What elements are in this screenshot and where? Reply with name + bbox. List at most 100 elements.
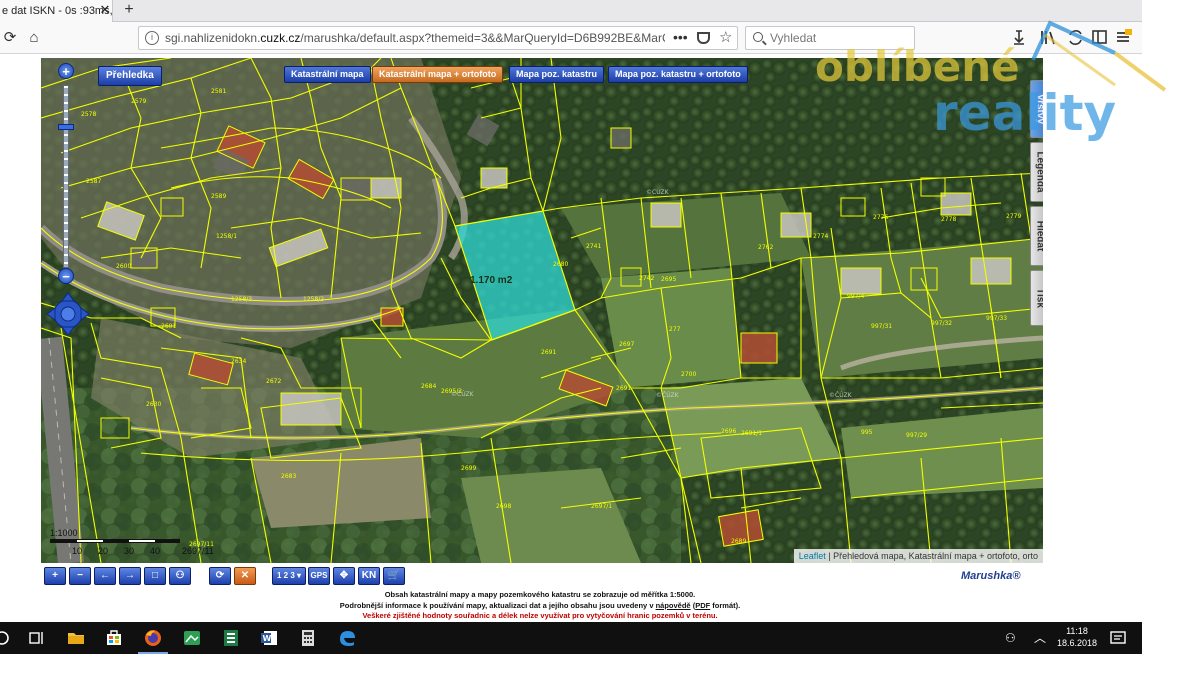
search-input[interactable]: Vyhledat: [770, 27, 816, 49]
toolbar-locate-button[interactable]: ✥: [333, 567, 355, 585]
cortana-search-icon[interactable]: [0, 628, 14, 648]
info-line-1: Obsah katastrální mapy a mapy pozemkovéh…: [384, 590, 696, 599]
zoom-in-button[interactable]: +: [58, 63, 74, 79]
active-app-indicator: [138, 652, 168, 654]
svg-text:2600: 2600: [116, 263, 131, 270]
svg-text:997/4: 997/4: [847, 293, 864, 300]
svg-text:1258/3: 1258/3: [231, 296, 252, 303]
svg-text:2776: 2776: [873, 214, 888, 221]
svg-text:2742: 2742: [639, 275, 654, 282]
url-bar[interactable]: i sgi.nahlizenidokn.cuzk.cz/marushka/def…: [138, 26, 738, 50]
close-tab-icon[interactable]: ✕: [98, 0, 112, 22]
search-bar[interactable]: Vyhledat: [745, 26, 915, 50]
side-tab-layers[interactable]: Vrstvy: [1030, 80, 1043, 138]
leaflet-link[interactable]: Leaflet: [799, 551, 826, 561]
cadastral-map[interactable]: 2578 2579 2581 2587 2589 1258/1 1258/2 1258/3…: [41, 58, 1043, 563]
svg-text:2689: 2689: [731, 538, 746, 545]
word-icon[interactable]: W: [259, 628, 279, 648]
toolbar-info-button[interactable]: ⚇: [169, 567, 191, 585]
toolbar-back-button[interactable]: ←: [94, 567, 116, 585]
sidebar-icon[interactable]: [1092, 30, 1107, 44]
layer-tab-cadastral[interactable]: Katastrální mapa: [284, 66, 371, 83]
zoom-slider-handle[interactable]: [58, 124, 74, 130]
svg-text:2672: 2672: [266, 378, 281, 385]
svg-text:2696: 2696: [721, 428, 736, 435]
browser-tab-title: e dat ISKN - 0s :93ms,: [2, 5, 113, 17]
svg-text:2579: 2579: [131, 98, 146, 105]
library-icon[interactable]: [1041, 31, 1055, 45]
pan-control-icon[interactable]: [45, 291, 91, 337]
map-toolbar: + − ← → □ ⚇ ⟳ ✕ 1 2 3 ▾ GPS ✥ KN 🛒 Marus…: [41, 566, 1043, 588]
side-tab-legend[interactable]: Legenda: [1030, 142, 1043, 202]
toolbar-clear-button[interactable]: ✕: [234, 567, 256, 585]
toolbar-kn-button[interactable]: KN: [358, 567, 380, 585]
page-actions-icon[interactable]: •••: [673, 27, 688, 47]
toolbar-forward-button[interactable]: →: [119, 567, 141, 585]
new-tab-button[interactable]: +: [119, 0, 139, 22]
svg-text:2697: 2697: [619, 341, 634, 348]
calculator-icon[interactable]: [298, 628, 318, 648]
pocket-icon[interactable]: [697, 32, 710, 44]
layer-tab-land-cadastre-ortofoto[interactable]: Mapa poz. katastru + ortofoto: [608, 66, 748, 83]
map-scale: 1:1000 10 20 30 40 2697/11: [50, 528, 220, 560]
sync-icon[interactable]: [1069, 30, 1082, 45]
svg-text:©ČÚZK: ©ČÚZK: [451, 391, 475, 398]
windows-taskbar: W ⚇ ︿ 11:18 18.6.2018: [0, 622, 1142, 654]
svg-text:1258/1: 1258/1: [216, 233, 237, 240]
layer-tab-cadastral-ortofoto[interactable]: Katastrální mapa + ortofoto: [372, 66, 504, 83]
people-icon[interactable]: ⚇: [1005, 622, 1016, 654]
svg-text:©ČÚZK: ©ČÚZK: [656, 392, 680, 399]
toolbar-measure-button[interactable]: 1 2 3 ▾: [272, 567, 306, 585]
svg-text:997/32: 997/32: [931, 320, 952, 327]
scale-label: 40: [150, 546, 161, 556]
system-clock[interactable]: 11:18 18.6.2018: [1052, 625, 1102, 649]
photo-app-icon[interactable]: [182, 628, 202, 648]
menu-icon[interactable]: [1117, 29, 1132, 42]
pdf-link[interactable]: PDF: [695, 601, 710, 610]
svg-text:997/33: 997/33: [986, 315, 1007, 322]
svg-text:2634: 2634: [231, 358, 246, 365]
file-explorer-icon[interactable]: [66, 628, 86, 648]
task-view-icon[interactable]: [26, 628, 46, 648]
zoom-out-button[interactable]: −: [58, 268, 74, 284]
svg-text:2774: 2774: [813, 233, 828, 240]
svg-text:2741: 2741: [586, 243, 601, 250]
layer-tab-land-cadastre[interactable]: Mapa poz. katastru: [509, 66, 605, 83]
toolbar-zoom-box-button[interactable]: □: [144, 567, 166, 585]
zoom-slider-track[interactable]: [63, 85, 69, 268]
downloads-icon[interactable]: [1014, 30, 1024, 45]
svg-text:2695: 2695: [661, 276, 676, 283]
toolbar-zoom-in-button[interactable]: +: [44, 567, 66, 585]
action-center-icon[interactable]: [1108, 628, 1128, 648]
info-text: Obsah katastrální mapy a mapy pozemkovéh…: [260, 590, 820, 622]
search-icon: [753, 32, 763, 42]
svg-text:997/31: 997/31: [871, 323, 892, 330]
info-icon[interactable]: i: [145, 31, 159, 45]
reload-icon[interactable]: ⟳: [0, 28, 20, 48]
browser-tab-strip: e dat ISKN - 0s :93ms, ✕ +: [0, 0, 1142, 22]
firefox-icon[interactable]: [143, 628, 163, 648]
svg-text:2683: 2683: [281, 473, 296, 480]
svg-text:277: 277: [669, 326, 681, 333]
toolbar-refresh-button[interactable]: ⟳: [209, 567, 231, 585]
overview-map-button[interactable]: Přehledka: [98, 66, 162, 86]
bookmark-star-icon[interactable]: ☆: [719, 27, 732, 49]
toolbar-gps-button[interactable]: GPS: [308, 567, 330, 585]
side-tab-search[interactable]: Hledat: [1030, 206, 1043, 266]
home-icon[interactable]: ⌂: [24, 28, 44, 48]
publisher-icon[interactable]: [221, 628, 241, 648]
toolbar-cart-button[interactable]: 🛒: [383, 567, 405, 585]
help-link[interactable]: nápovědě: [656, 601, 691, 610]
toolbar-zoom-out-button[interactable]: −: [69, 567, 91, 585]
edge-icon[interactable]: [337, 628, 357, 648]
svg-text:2699: 2699: [461, 465, 476, 472]
scale-bar: [50, 539, 180, 543]
browser-tab[interactable]: e dat ISKN - 0s :93ms, ✕: [0, 0, 113, 22]
marushka-brand: Marushka®: [961, 570, 1021, 582]
show-hidden-icons-chevron[interactable]: ︿: [1034, 622, 1046, 654]
store-icon[interactable]: [104, 628, 124, 648]
scale-label: 20: [98, 546, 109, 556]
side-tab-print[interactable]: Tisk: [1030, 270, 1043, 326]
url-text[interactable]: sgi.nahlizenidokn.cuzk.cz/marushka/defau…: [165, 27, 665, 49]
selected-parcel-area: 1.170 m2: [470, 275, 513, 286]
